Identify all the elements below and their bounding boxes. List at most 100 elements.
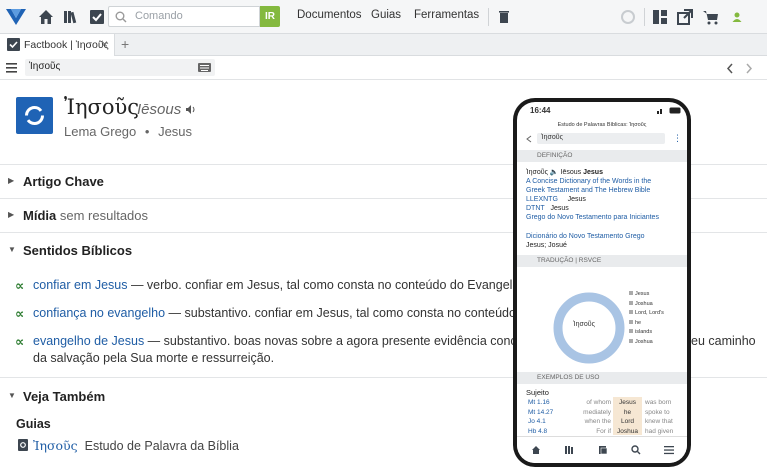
- address-bar: Ἰησοῦς: [0, 56, 767, 80]
- phone-donut-center: Ἰησοῦς: [573, 321, 595, 328]
- command-placeholder: Comando: [135, 10, 183, 22]
- phone-screen: 16:44 Estudo de Palavras Bíblicas: Ἰησοῦ…: [517, 102, 687, 463]
- expanded-caret-icon[interactable]: ▼: [8, 391, 16, 400]
- address-input[interactable]: Ἰησοῦς: [25, 59, 215, 76]
- forward-arrow-icon[interactable]: [745, 63, 753, 74]
- sense-definition-tail: eu caminho: [691, 334, 756, 348]
- phone-lexicon-gloss: Jesus: [567, 196, 586, 203]
- user-icon[interactable]: [728, 8, 746, 26]
- phone-time: 16:44: [530, 106, 551, 115]
- phone-back-icon[interactable]: [526, 135, 532, 143]
- phone-home-icon[interactable]: [531, 445, 541, 455]
- sync-icon[interactable]: [619, 8, 637, 26]
- legend-item: Lord, Lord's: [629, 309, 664, 319]
- phone-lexicon-link[interactable]: Grego do Novo Testamento para Iniciantes: [526, 214, 659, 221]
- sense-link[interactable]: evangelho de Jesus: [33, 334, 144, 348]
- guide-word[interactable]: Ἰησοῦς: [33, 438, 78, 453]
- logos-logo-icon[interactable]: [4, 5, 28, 29]
- guide-link-row[interactable]: Ἰησοῦς Estudo de Palavra da Bíblia: [18, 438, 239, 453]
- phone-example-row[interactable]: Jo 4.1 when the Lord knew that: [517, 417, 687, 427]
- phone-lexicon-link[interactable]: A Concise Dictionary of the Words in the: [526, 178, 651, 185]
- phone-section-definition[interactable]: DEFINIÇÃO: [517, 150, 687, 162]
- phone-example-row[interactable]: Mt 14.27 mediately he spoke to: [517, 408, 687, 418]
- audio-speaker-icon[interactable]: [185, 104, 197, 115]
- phone-search-icon[interactable]: [631, 445, 641, 455]
- phone-section-label: EXEMPLOS DE USO: [537, 374, 600, 381]
- legend-item: he: [629, 319, 664, 329]
- phone-def-word: Ἰησοῦς: [526, 169, 548, 176]
- phone-lexicon-abbr[interactable]: DTNT: [526, 205, 545, 212]
- phone-donut-chart: [553, 292, 625, 364]
- phone-library-icon[interactable]: [564, 445, 574, 455]
- command-box[interactable]: Comando: [108, 6, 260, 27]
- close-tab-icon[interactable]: ×: [101, 37, 108, 51]
- phone-documents-icon[interactable]: [598, 445, 608, 455]
- add-tab-icon[interactable]: +: [121, 36, 129, 52]
- menu-tools[interactable]: Ferramentas: [414, 9, 479, 21]
- phone-mockup: 16:44 Estudo de Palavras Bíblicas: Ἰησοῦ…: [513, 98, 691, 467]
- top-toolbar: Comando IR Documentos Guias Ferramentas: [0, 0, 767, 34]
- phone-def-translit: Iēsous: [560, 169, 582, 176]
- trash-icon[interactable]: [495, 8, 513, 26]
- separator-dot: •: [144, 124, 150, 139]
- phone-def-gloss: Jesus: [583, 169, 603, 176]
- sense-definition: — verbo. confiar em Jesus, tal como cons…: [127, 278, 530, 292]
- hamburger-menu-icon[interactable]: [6, 63, 17, 73]
- open-window-icon[interactable]: [676, 8, 694, 26]
- library-icon[interactable]: [62, 8, 80, 26]
- collapsed-caret-icon[interactable]: ▶: [8, 176, 14, 185]
- sense-definition-cont: da salvação pela Sua morte e ressurreiçã…: [33, 351, 275, 365]
- menu-guides[interactable]: Guias: [371, 9, 401, 21]
- guide-label: Estudo de Palavra da Bíblia: [84, 439, 239, 453]
- phone-title: Estudo de Palavras Bíblicas: Ἰησοῦς: [557, 122, 647, 128]
- expanded-caret-icon[interactable]: ▼: [8, 245, 16, 254]
- phone-legend: Jesus Joshua Lord, Lord's he islands Jos…: [629, 290, 664, 347]
- layouts-icon[interactable]: [651, 8, 669, 26]
- collapsed-caret-icon[interactable]: ▶: [8, 210, 14, 219]
- menu-documents[interactable]: Documentos: [297, 9, 362, 21]
- sense-link[interactable]: confiar em Jesus: [33, 278, 127, 292]
- media-label: Mídia: [23, 208, 57, 223]
- tab-factbook[interactable]: Factbook | Ἰησοῦς ×: [0, 34, 115, 56]
- phone-section-translation[interactable]: TRADUÇÃO | RSVCE: [517, 255, 687, 267]
- phone-examples-label: Sujeito: [526, 388, 549, 397]
- phone-address-input[interactable]: Ἰησοῦς: [537, 133, 665, 144]
- tab-bar: Factbook | Ἰησοῦς × +: [0, 34, 767, 56]
- factbook-entry-icon: [16, 97, 53, 134]
- phone-lexicon-link[interactable]: Greek Testament and The Hebrew Bible: [526, 187, 650, 194]
- media-note: sem resultados: [59, 208, 149, 223]
- phone-bottom-nav: [517, 436, 687, 463]
- phone-address-value: Ἰησοῦς: [541, 134, 563, 141]
- keyboard-icon[interactable]: [198, 63, 211, 72]
- sense-link[interactable]: confiança no evangelho: [33, 306, 165, 320]
- legend-item: Joshua: [629, 300, 664, 310]
- phone-lexicon-row: DTNT Jesus: [526, 205, 569, 212]
- entry-gloss: Jesus: [158, 124, 193, 139]
- go-button[interactable]: IR: [260, 6, 280, 27]
- phone-example-row[interactable]: Hb 4.8 For if Joshua had given: [517, 427, 687, 437]
- phone-more-icon[interactable]: ⋮: [673, 133, 682, 144]
- cart-icon[interactable]: [702, 8, 720, 26]
- sense-icon: ∝: [15, 278, 25, 293]
- phone-section-examples[interactable]: EXEMPLOS DE USO: [517, 372, 687, 384]
- search-icon: [115, 11, 127, 23]
- legend-item: islands: [629, 328, 664, 338]
- checklist-icon[interactable]: [88, 8, 106, 26]
- phone-lexicon-row: LLEXNTG Jesus: [526, 196, 586, 203]
- phone-lexicon-link[interactable]: Dicionário do Novo Testamento Grego: [526, 233, 645, 240]
- phone-examples-table: Mt 1.16 of whom Jesus was born Mt 14.27 medi…: [517, 398, 687, 436]
- phone-lexicon-abbr[interactable]: LLEXNTG: [526, 196, 558, 203]
- home-icon[interactable]: [37, 8, 55, 26]
- legend-item: Joshua: [629, 338, 664, 348]
- back-arrow-icon[interactable]: [726, 63, 734, 74]
- tab-label: Factbook | Ἰησοῦς: [24, 39, 109, 51]
- section-title: Veja Também: [23, 389, 106, 404]
- phone-lexicon-gloss: Jesus; Josué: [526, 242, 567, 249]
- divider: [644, 8, 645, 26]
- lemma-label: Lema Grego: [64, 124, 137, 139]
- section-title: Sentidos Bíblicos: [23, 243, 133, 258]
- phone-example-row[interactable]: Mt 1.16 of whom Jesus was born: [517, 398, 687, 408]
- phone-menu-icon[interactable]: [664, 445, 674, 455]
- sense-definition: — substantivo. boas novas sobre a agora …: [144, 334, 532, 348]
- factbook-icon: [7, 38, 20, 51]
